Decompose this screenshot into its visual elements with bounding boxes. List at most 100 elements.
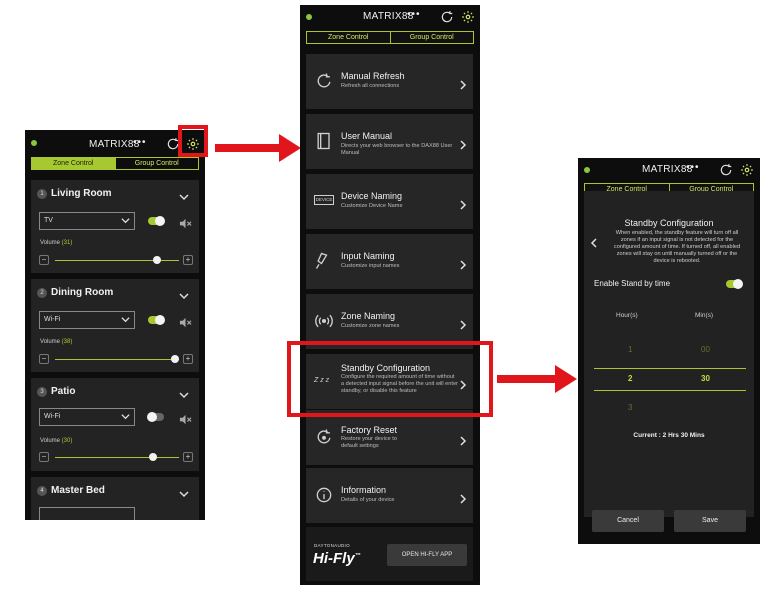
- standby-panel: Standby Configuration When enabled, the …: [584, 191, 754, 532]
- menu-item-factory-reset[interactable]: Factory Reset Restore your device to def…: [306, 410, 473, 465]
- standby-highlight: [287, 341, 493, 417]
- chevron-down-icon: [121, 412, 130, 421]
- reset-icon: [314, 427, 334, 447]
- chevron-down-icon[interactable]: [179, 387, 189, 399]
- zone-power-toggle[interactable]: [148, 315, 165, 325]
- zone-title: 4 Master Bed: [37, 485, 105, 496]
- volume-label: Volume (31): [40, 240, 73, 246]
- volume-slider-thumb[interactable]: [148, 453, 157, 461]
- zone-power-toggle[interactable]: [148, 216, 165, 226]
- tab-group-control[interactable]: Group Control: [114, 158, 199, 169]
- refresh-icon[interactable]: [719, 163, 733, 177]
- settings-screen: MATRIX88 ••• Zone Control Group Control …: [300, 5, 480, 585]
- hour-option[interactable]: 1: [628, 345, 632, 354]
- source-select[interactable]: Wi-Fi: [39, 408, 135, 426]
- save-button[interactable]: Save: [674, 510, 746, 532]
- broadcast-icon: [314, 311, 334, 331]
- source-select[interactable]: TV: [39, 212, 135, 230]
- tab-zone-control[interactable]: Zone Control: [307, 32, 390, 43]
- volume-slider[interactable]: [55, 359, 179, 360]
- menu-item-input-naming[interactable]: Input Naming Customize input names: [306, 234, 473, 289]
- plug-icon: [314, 251, 334, 271]
- arrow-to-settings: [215, 134, 301, 162]
- zone-control-screen: MATRIX88 ••• Zone Control Group Control …: [25, 130, 205, 520]
- zone-title: 1 Living Room: [37, 188, 112, 199]
- chevron-right-icon: [459, 197, 467, 210]
- picker-line-top: [594, 368, 746, 369]
- back-icon[interactable]: [590, 235, 598, 248]
- chevron-down-icon[interactable]: [179, 288, 189, 300]
- device-label-icon: DEVICE: [314, 195, 334, 205]
- tab-zone-control[interactable]: Zone Control: [32, 158, 115, 169]
- more-icon[interactable]: •••: [133, 137, 147, 148]
- arrow-to-standby: [497, 365, 577, 393]
- source-select[interactable]: [39, 507, 135, 520]
- volume-label: Volume (30): [40, 438, 73, 444]
- chevron-right-icon: [459, 137, 467, 150]
- volume-up-button[interactable]: +: [183, 452, 193, 462]
- gear-icon[interactable]: [740, 163, 754, 177]
- status-dot: [584, 167, 590, 173]
- gear-icon[interactable]: [461, 10, 475, 24]
- current-standby-value: Current : 2 Hrs 30 Mins: [633, 432, 705, 439]
- brand-small: DAYTONAUDIO: [314, 543, 350, 548]
- volume-slider[interactable]: [55, 457, 179, 458]
- more-icon[interactable]: •••: [407, 9, 421, 20]
- menu-item-manual-refresh[interactable]: Manual Refresh Refresh all connections: [306, 54, 473, 109]
- enable-standby-toggle[interactable]: [726, 279, 743, 289]
- standby-title: Standby Configuration: [624, 218, 714, 228]
- volume-slider-thumb[interactable]: [152, 256, 161, 264]
- standby-config-screen: MATRIX88 ••• Zone Control Group Control …: [578, 158, 760, 544]
- zone-power-toggle[interactable]: [147, 412, 164, 422]
- volume-up-button[interactable]: +: [183, 255, 193, 265]
- more-icon[interactable]: •••: [686, 162, 700, 173]
- volume-up-button[interactable]: +: [183, 354, 193, 364]
- open-hifly-button[interactable]: OPEN HI-FLY APP: [387, 544, 467, 566]
- chevron-right-icon: [459, 317, 467, 330]
- tab-group-control[interactable]: Group Control: [389, 32, 474, 43]
- picker-line-bottom: [594, 390, 746, 391]
- zone-card-patio: 3 Patio Wi-Fi Volume (30) − +: [31, 378, 199, 471]
- minute-option[interactable]: 00: [701, 345, 710, 354]
- info-icon: [314, 485, 334, 505]
- chevron-right-icon: [459, 257, 467, 270]
- zone-card-living-room: 1 Living Room TV Volume (31) − +: [31, 180, 199, 273]
- refresh-icon[interactable]: [440, 10, 454, 24]
- volume-down-button[interactable]: −: [39, 452, 49, 462]
- chevron-right-icon: [459, 77, 467, 90]
- menu-item-user-manual[interactable]: User Manual Directs your web browser to …: [306, 114, 473, 169]
- control-tabs: Zone Control Group Control: [31, 157, 199, 170]
- enable-standby-label: Enable Stand by time: [594, 279, 671, 288]
- chevron-down-icon[interactable]: [179, 486, 189, 498]
- zone-title: 2 Dining Room: [37, 287, 113, 298]
- mute-icon[interactable]: [179, 315, 192, 328]
- minute-selected[interactable]: 30: [701, 374, 710, 383]
- minutes-column-label: Min(s): [695, 312, 714, 319]
- app-title: MATRIX88: [642, 164, 693, 175]
- brand-footer: DAYTONAUDIO Hi-Fly™ OPEN HI-FLY APP: [306, 527, 473, 581]
- menu-item-information[interactable]: Information Details of your device: [306, 468, 473, 523]
- hour-option[interactable]: 3: [628, 403, 632, 412]
- chevron-right-icon: [459, 491, 467, 504]
- volume-slider-thumb[interactable]: [171, 355, 180, 363]
- hours-column-label: Hour(s): [616, 312, 638, 319]
- hour-selected[interactable]: 2: [628, 374, 632, 383]
- zone-title: 3 Patio: [37, 386, 75, 397]
- chevron-right-icon: [459, 433, 467, 446]
- status-dot: [306, 14, 312, 20]
- mute-icon[interactable]: [179, 412, 192, 425]
- status-dot: [31, 140, 37, 146]
- zone-card-master-bed: 4 Master Bed: [31, 477, 199, 520]
- volume-down-button[interactable]: −: [39, 354, 49, 364]
- volume-down-button[interactable]: −: [39, 255, 49, 265]
- app-title: MATRIX88: [89, 139, 140, 150]
- chevron-down-icon: [121, 315, 130, 324]
- refresh-icon: [314, 71, 334, 91]
- cancel-button[interactable]: Cancel: [592, 510, 664, 532]
- source-select[interactable]: Wi-Fi: [39, 311, 135, 329]
- chevron-down-icon[interactable]: [179, 189, 189, 201]
- mute-icon[interactable]: [179, 216, 192, 229]
- menu-item-device-naming[interactable]: DEVICE Device Naming Customize Device Na…: [306, 174, 473, 229]
- book-icon: [314, 131, 334, 151]
- app-title: MATRIX88: [363, 11, 414, 22]
